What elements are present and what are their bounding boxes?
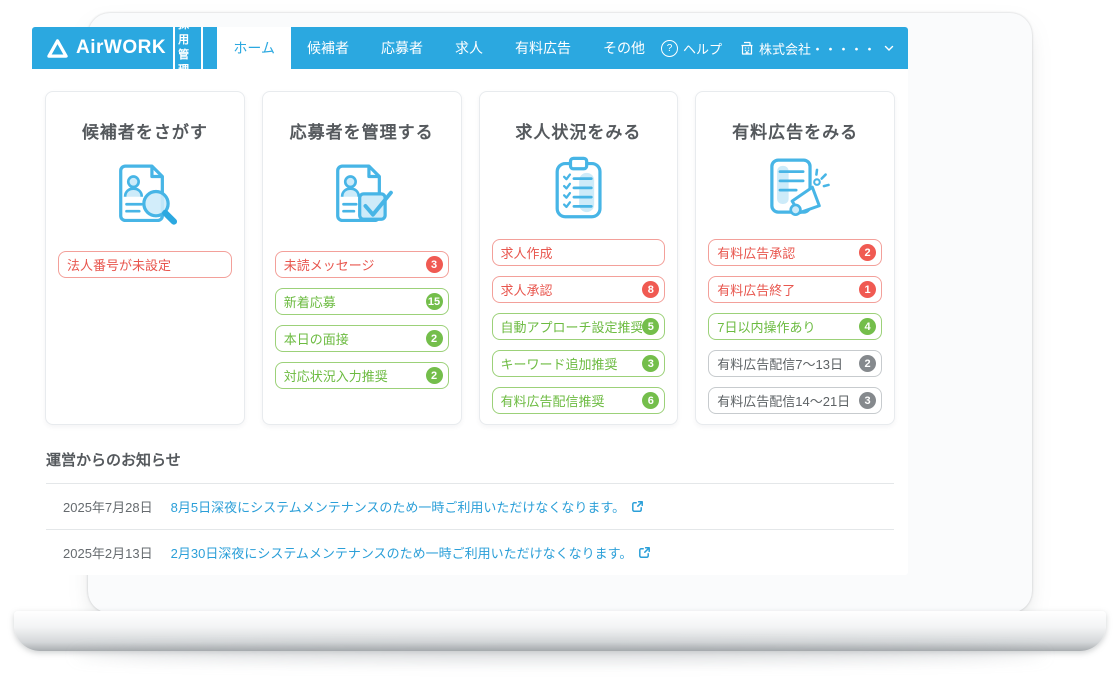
status-button[interactable]: 有料広告承認 2 [708,239,882,266]
status-button-label: 有料広告終了 [717,280,795,299]
external-link-icon [638,546,651,559]
help-icon: ? [661,40,678,57]
status-button-label: 未読メッセージ [284,255,375,274]
count-badge: 3 [642,355,659,372]
clipboard-checklist-icon [492,152,666,226]
card-title: 有料広告をみる [708,118,882,143]
news-link[interactable]: 2月30日深夜にシステムメンテナンスのため一時ご利用いただけなくなります。 [171,543,652,562]
card-buttons: 有料広告承認 2 有料広告終了 1 7日以内操作あり 4 有料広告配信7〜13日… [708,239,882,414]
header-right: ? ヘルプ 株式会社・・・・・ [661,27,908,69]
count-badge: 15 [426,293,443,310]
count-badge: 3 [426,256,443,273]
card-job-status: 求人状況をみる 求人作成 求人承認 8 自動アプローチ設定推奨 5 キーワード追… [479,91,679,425]
count-badge: 1 [859,281,876,298]
status-button[interactable]: 有料広告配信7〜13日 2 [708,350,882,377]
news-link[interactable]: 8月5日深夜にシステムメンテナンスのため一時ご利用いただけなくなります。 [171,497,645,516]
airwork-triangle-logo-icon [46,38,69,59]
status-button-label: 新着応募 [284,292,336,311]
status-button-label: 本日の面接 [284,329,349,348]
app-window: AirWORK 採用管理 ホーム候補者応募者求人有料広告その他 ? ヘルプ [32,27,908,575]
account-menu[interactable]: 株式会社・・・・・ [740,39,894,58]
news-item: 2025年7月28日 8月5日深夜にシステムメンテナンスのため一時ご利用いただけ… [46,484,894,530]
card-paid-ads: 有料広告をみる 有料広告承認 2 有料広告終了 1 7日以内操作あり 4 有料広… [695,91,895,425]
company-building-icon [740,41,754,55]
status-button[interactable]: 7日以内操作あり 4 [708,313,882,340]
app-header: AirWORK 採用管理 ホーム候補者応募者求人有料広告その他 ? ヘルプ [32,27,908,69]
count-badge: 8 [642,281,659,298]
tab-paid-ads[interactable]: 有料広告 [499,27,587,69]
brand-badge: 採用管理 [173,27,203,80]
dashboard-cards: 候補者をさがす 法人番号が未設定 応募者を管理する 未読メッセージ 3 新着応募… [45,91,895,425]
card-buttons: 求人作成 求人承認 8 自動アプローチ設定推奨 5 キーワード追加推奨 3 有料… [492,239,666,414]
status-button[interactable]: 有料広告終了 1 [708,276,882,303]
status-button-label: 対応状況入力推奨 [284,366,388,385]
news-link-text: 2月30日深夜にシステムメンテナンスのため一時ご利用いただけなくなります。 [171,543,633,562]
status-button[interactable]: 有料広告配信14〜21日 3 [708,387,882,414]
count-badge: 2 [859,244,876,261]
status-button[interactable]: 未読メッセージ 3 [275,251,449,278]
status-button[interactable]: 対応状況入力推奨 2 [275,362,449,389]
brand-wordmark: AirWORK [76,37,166,59]
tab-jobs[interactable]: 求人 [439,27,499,69]
card-title: 応募者を管理する [275,118,449,143]
app-logo[interactable]: AirWORK 採用管理 [32,27,217,69]
status-button[interactable]: 自動アプローチ設定推奨 5 [492,313,666,340]
count-badge: 6 [642,392,659,409]
status-button-label: 求人承認 [501,280,553,299]
count-badge: 2 [426,367,443,384]
laptop-base [14,611,1106,651]
status-button-label: 法人番号が未設定 [67,255,171,274]
tab-bar: ホーム候補者応募者求人有料広告その他 [217,27,661,69]
news-section-title: 運営からのお知らせ [46,449,894,470]
resume-search-icon [58,152,232,238]
status-button-label: キーワード追加推奨 [501,354,618,373]
news-date: 2025年7月28日 [63,497,153,516]
card-title: 候補者をさがす [58,118,232,143]
count-badge: 4 [859,318,876,335]
external-link-icon [631,500,644,513]
status-button[interactable]: 法人番号が未設定 [58,251,232,278]
tab-home[interactable]: ホーム [217,27,291,69]
chevron-down-icon [884,45,894,52]
tab-candidates[interactable]: 候補者 [291,27,365,69]
status-button-label: 有料広告承認 [717,243,795,262]
card-manage-applicants: 応募者を管理する 未読メッセージ 3 新着応募 15 本日の面接 2 対応状況入… [262,91,462,425]
status-button-label: 7日以内操作あり [717,317,815,336]
news-link-text: 8月5日深夜にシステムメンテナンスのため一時ご利用いただけなくなります。 [171,497,626,516]
status-button[interactable]: 新着応募 15 [275,288,449,315]
card-search-candidates: 候補者をさがす 法人番号が未設定 [45,91,245,425]
account-label: 株式会社・・・・・ [759,39,876,58]
news-date: 2025年2月13日 [63,543,153,562]
document-megaphone-icon [708,152,882,226]
news-item: 2025年2月13日 2月30日深夜にシステムメンテナンスのため一時ご利用いただ… [46,530,894,575]
news-list: 2025年7月28日 8月5日深夜にシステムメンテナンスのため一時ご利用いただけ… [46,483,894,575]
card-buttons: 法人番号が未設定 [58,251,232,278]
resume-check-icon [275,152,449,238]
tab-applicants[interactable]: 応募者 [365,27,439,69]
help-label: ヘルプ [683,39,722,58]
status-button[interactable]: キーワード追加推奨 3 [492,350,666,377]
status-button-label: 有料広告配信推奨 [501,391,605,410]
status-button-label: 有料広告配信7〜13日 [717,354,843,373]
status-button[interactable]: 有料広告配信推奨 6 [492,387,666,414]
page: AirWORK 採用管理 ホーム候補者応募者求人有料広告その他 ? ヘルプ [0,0,1120,680]
status-button[interactable]: 本日の面接 2 [275,325,449,352]
count-badge: 2 [859,355,876,372]
news-section: 運営からのお知らせ 2025年7月28日 8月5日深夜にシステムメンテナンスのた… [46,449,894,575]
help-button[interactable]: ? ヘルプ [661,39,722,58]
status-button[interactable]: 求人承認 8 [492,276,666,303]
status-button-label: 有料広告配信14〜21日 [717,391,850,410]
tab-other[interactable]: その他 [587,27,661,69]
count-badge: 2 [426,330,443,347]
count-badge: 3 [859,392,876,409]
count-badge: 5 [642,318,659,335]
card-title: 求人状況をみる [492,118,666,143]
status-button-label: 求人作成 [501,243,553,262]
card-buttons: 未読メッセージ 3 新着応募 15 本日の面接 2 対応状況入力推奨 2 [275,251,449,389]
status-button[interactable]: 求人作成 [492,239,666,266]
status-button-label: 自動アプローチ設定推奨 [501,317,643,336]
